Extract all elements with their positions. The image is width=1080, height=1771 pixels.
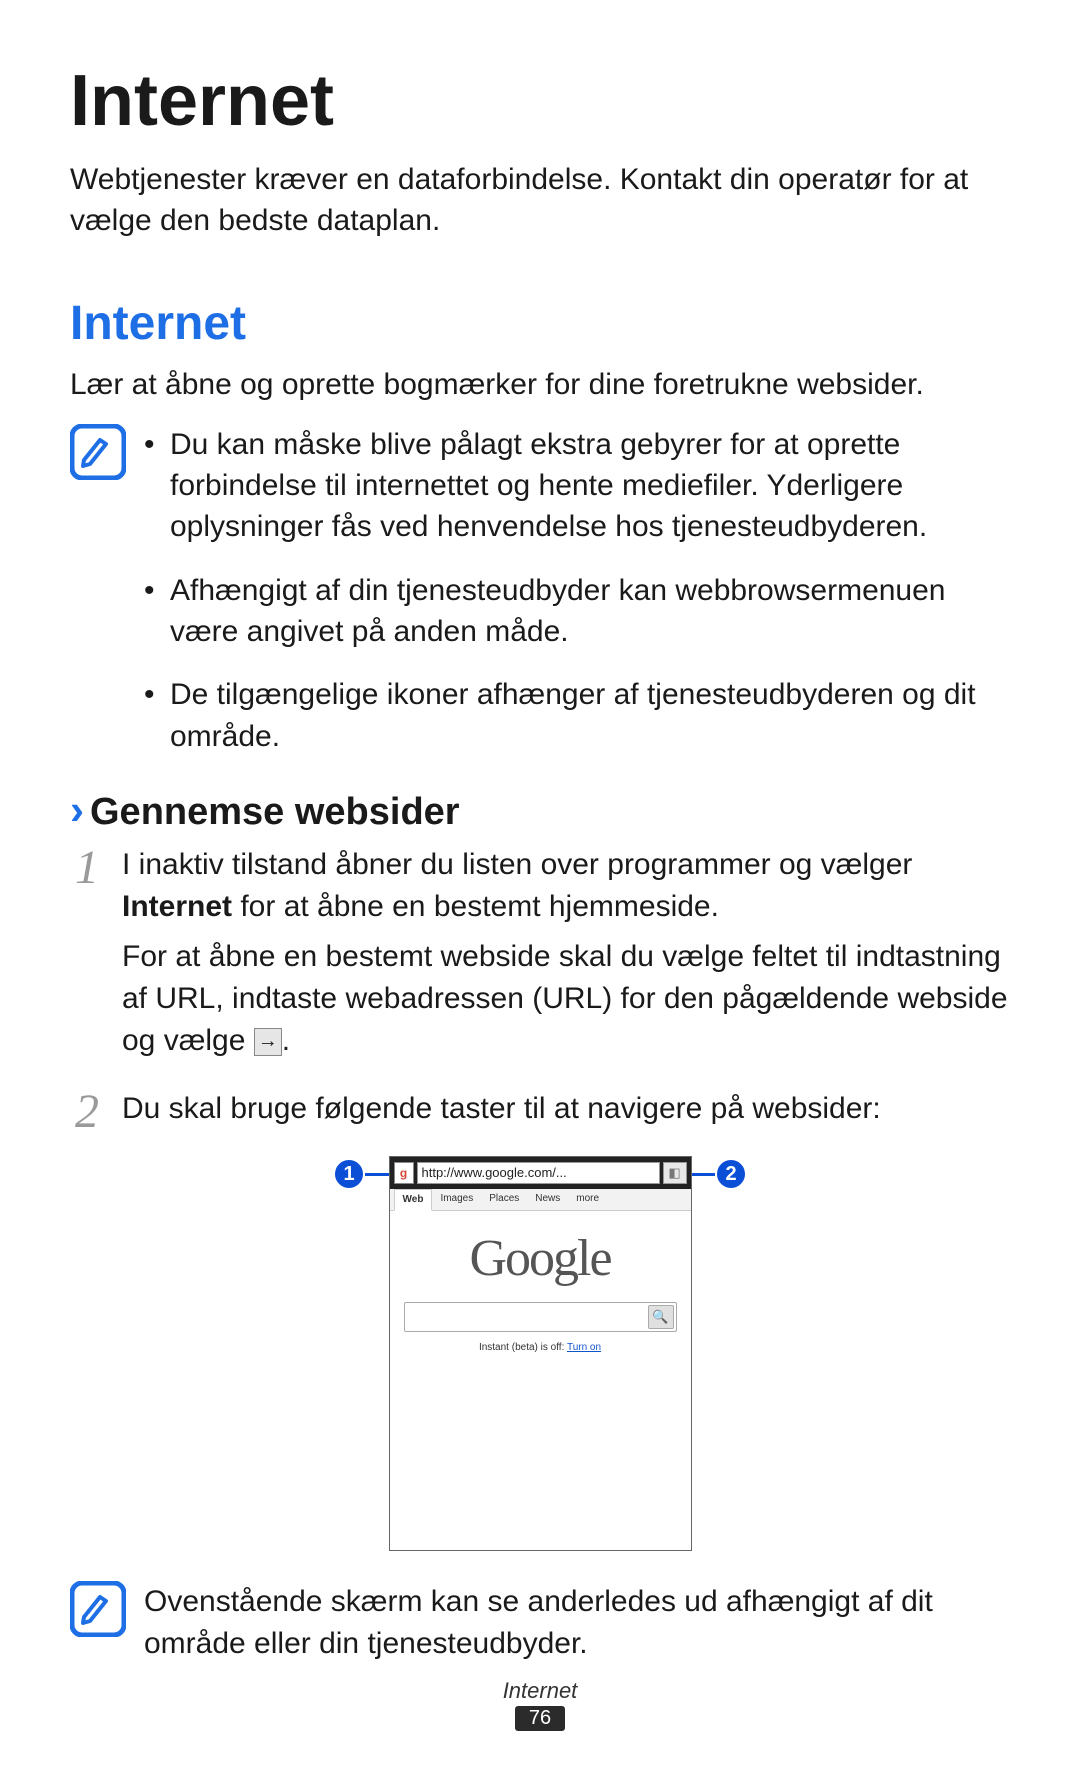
- figure: 1 2 g http://www.google.com/... ◧ Web Im…: [70, 1156, 1010, 1551]
- tab-more[interactable]: more: [568, 1189, 607, 1210]
- note-item: De tilgængelige ikoner afhænger af tjene…: [144, 674, 1010, 757]
- note-list-1: Du kan måske blive pålagt ekstra gebyrer…: [144, 424, 1010, 758]
- chevron-icon: ›: [70, 789, 84, 831]
- note-block-2: Ovenstående skærm kan se anderledes ud a…: [70, 1581, 1010, 1664]
- step-body: Du skal bruge følgende taster til at nav…: [122, 1088, 1010, 1138]
- note-block-1: Du kan måske blive pålagt ekstra gebyrer…: [70, 424, 1010, 758]
- step-2: 2 Du skal bruge følgende taster til at n…: [70, 1088, 1010, 1138]
- section-intro: Lær at åbne og oprette bogmærker for din…: [70, 365, 1010, 406]
- url-field[interactable]: http://www.google.com/...: [417, 1162, 660, 1184]
- callout-bubble: 1: [333, 1158, 365, 1190]
- step-text: .: [282, 1024, 290, 1057]
- step-number: 2: [70, 1088, 104, 1136]
- step-text: Du skal bruge følgende taster til at nav…: [122, 1088, 1010, 1130]
- callout-bubble: 2: [715, 1158, 747, 1190]
- step-text: I inaktiv tilstand åbner du listen over …: [122, 848, 912, 881]
- url-bar[interactable]: g http://www.google.com/... ◧: [390, 1157, 691, 1189]
- tab-images[interactable]: Images: [432, 1189, 481, 1210]
- note-icon: [70, 1581, 126, 1637]
- step-1: 1 I inaktiv tilstand åbner du listen ove…: [70, 844, 1010, 1070]
- tab-news[interactable]: News: [527, 1189, 568, 1210]
- bookmark-icon[interactable]: ◧: [663, 1162, 687, 1184]
- search-icon[interactable]: 🔍: [648, 1305, 674, 1329]
- favicon-icon: g: [394, 1162, 414, 1184]
- page-footer: Internet 76: [0, 1678, 1080, 1731]
- page-number: 76: [515, 1706, 565, 1731]
- tab-places[interactable]: Places: [481, 1189, 527, 1210]
- instant-text: Instant (beta) is off: Turn on: [390, 1342, 691, 1353]
- note-item: Du kan måske blive pålagt ekstra gebyrer…: [144, 424, 1010, 548]
- step-text-bold: Internet: [122, 890, 232, 923]
- tab-web[interactable]: Web: [394, 1189, 433, 1211]
- step-text: for at åbne en bestemt hjemmeside.: [232, 890, 719, 923]
- instant-link[interactable]: Turn on: [567, 1342, 601, 1353]
- note-text: Ovenstående skærm kan se anderledes ud a…: [144, 1581, 1010, 1664]
- page-title: Internet: [70, 60, 1010, 142]
- step-number: 1: [70, 844, 104, 892]
- go-arrow-icon: →: [254, 1028, 282, 1056]
- google-logo: Google: [390, 1229, 691, 1288]
- note-icon: [70, 424, 126, 480]
- subsection-heading: Gennemse websider: [90, 791, 460, 834]
- note-item: Afhængigt af din tjenesteudbyder kan web…: [144, 570, 1010, 653]
- subsection-heading-row: › Gennemse websider: [70, 789, 1010, 834]
- section-heading: Internet: [70, 296, 1010, 351]
- search-input[interactable]: 🔍: [404, 1302, 677, 1332]
- step-body: I inaktiv tilstand åbner du listen over …: [122, 844, 1010, 1070]
- browser-screenshot: g http://www.google.com/... ◧ Web Images…: [389, 1156, 692, 1551]
- footer-label: Internet: [0, 1678, 1080, 1704]
- page-intro: Webtjenester kræver en dataforbindelse. …: [70, 160, 1010, 241]
- google-tabs: Web Images Places News more: [390, 1189, 691, 1211]
- instant-label: Instant (beta) is off:: [479, 1342, 567, 1353]
